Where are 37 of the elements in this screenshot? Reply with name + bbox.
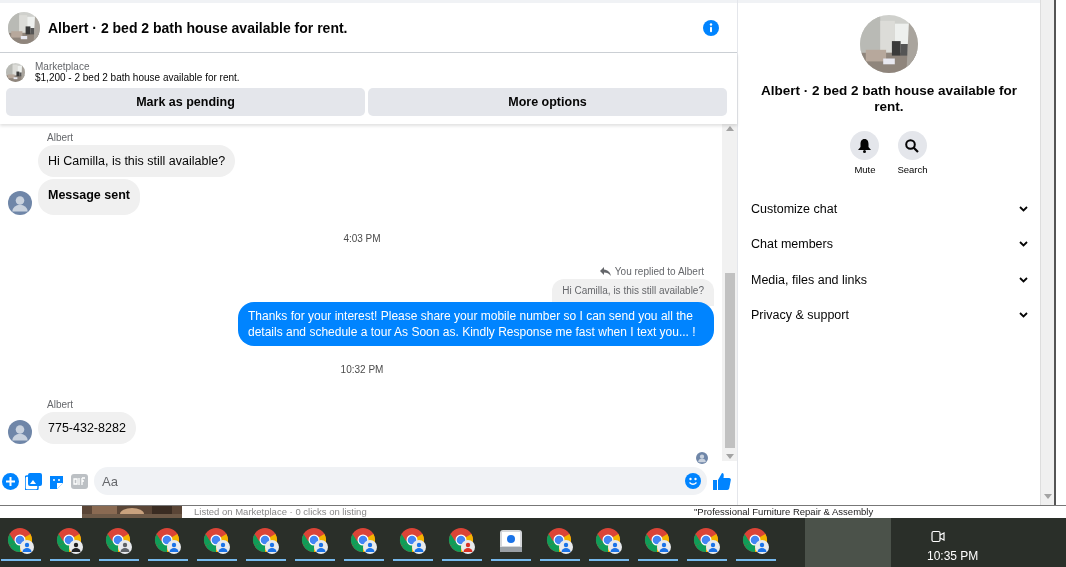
section-toggle[interactable]: Chat members	[751, 226, 1028, 262]
reply-icon	[599, 267, 611, 276]
timestamp: 10:32 PM	[339, 364, 385, 375]
section-toggle[interactable]: Privacy & support	[751, 297, 1028, 333]
message-bubble: Thanks for your interest! Please share your mobile number so I can send you all the details and schedule a tour As Soon as. Kindly Response me fast when I text you... !	[238, 302, 714, 346]
message-field[interactable]: Aa	[94, 467, 707, 495]
like-icon[interactable]	[713, 472, 731, 490]
conversation-title: Albert · 2 bed 2 bath house available for rent.	[760, 83, 1018, 115]
reply-note: You replied to Albert	[614, 266, 704, 277]
section-toggle[interactable]: Media, files and links	[751, 262, 1028, 298]
action-button[interactable]: Mark as pending	[6, 88, 365, 116]
section-toggle[interactable]: Customize chat	[751, 191, 1028, 227]
action-button[interactable]: More options	[368, 88, 727, 116]
chevron-icon	[1019, 241, 1028, 248]
listing-source: Marketplace	[35, 61, 90, 72]
background-text: "Professional Furniture Repair & Assembly	[694, 506, 874, 518]
listing-summary[interactable]: $1,200 - 2 bed 2 bath house available for rent.	[35, 72, 240, 83]
background-text: Listed on Marketplace · 0 clicks on listing	[194, 506, 368, 518]
message-bubble: Hi Camilla, is this still available?	[38, 145, 236, 177]
emoji-icon[interactable]	[685, 473, 701, 489]
chevron-icon	[1019, 276, 1028, 283]
info-icon[interactable]	[703, 19, 719, 36]
image-icon[interactable]	[25, 472, 42, 490]
status-message: Message sent	[38, 179, 140, 215]
sender-name: Albert	[46, 399, 75, 410]
search-icon	[905, 138, 920, 153]
camera-icon[interactable]	[931, 530, 945, 543]
bell-icon	[858, 138, 872, 153]
seen-avatar	[696, 452, 708, 464]
chevron-icon	[1019, 205, 1028, 212]
message-bubble: 775-432-8282	[38, 412, 136, 444]
sender-name: Albert	[46, 132, 75, 143]
timestamp: 4:03 PM	[342, 233, 382, 244]
plus-icon[interactable]	[2, 472, 19, 490]
clock-time: 10:35 PM	[927, 549, 979, 563]
chevron-icon	[1019, 312, 1028, 319]
conversation-title: Albert · 2 bed 2 bath house available for rent.	[48, 19, 349, 36]
